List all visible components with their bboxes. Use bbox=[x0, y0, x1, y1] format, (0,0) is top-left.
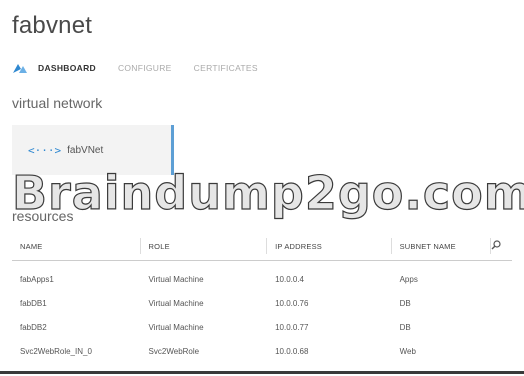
frame-bottom-border bbox=[0, 371, 524, 374]
table-row[interactable]: fabDB1 Virtual Machine 10.0.0.76 DB bbox=[12, 291, 512, 315]
tab-certificates[interactable]: CERTIFICATES bbox=[194, 63, 258, 73]
cell-name: fabApps1 bbox=[20, 274, 54, 284]
cell-role: Virtual Machine bbox=[148, 274, 204, 284]
tab-configure[interactable]: CONFIGURE bbox=[118, 63, 172, 73]
cell-ip-address: 10.0.0.76 bbox=[275, 298, 309, 308]
network-icon: <···> bbox=[28, 143, 62, 157]
cell-subnet-name: Apps bbox=[399, 274, 418, 284]
table-row[interactable]: fabApps1 Virtual Machine 10.0.0.4 Apps bbox=[12, 261, 512, 292]
cell-subnet-name: DB bbox=[399, 298, 411, 308]
cell-subnet-name: DB bbox=[399, 322, 411, 332]
search-button[interactable] bbox=[490, 232, 512, 261]
cell-ip-address: 10.0.0.4 bbox=[275, 274, 305, 284]
table-row[interactable]: fabDB2 Virtual Machine 10.0.0.77 DB bbox=[12, 315, 512, 339]
cell-role: Svc2WebRole bbox=[148, 346, 200, 356]
cell-ip-address: 10.0.0.68 bbox=[275, 346, 309, 356]
cell-subnet-name: Web bbox=[399, 346, 416, 356]
tab-dashboard[interactable]: DASHBOARD bbox=[38, 63, 96, 73]
tab-bar: DASHBOARD CONFIGURE CERTIFICATES bbox=[12, 60, 280, 76]
column-header-subnet-name[interactable]: SUBNET NAME bbox=[391, 232, 491, 261]
cell-name: fabDB1 bbox=[20, 298, 47, 308]
resources-heading: resources bbox=[12, 208, 74, 224]
resources-table: NAME ROLE IP ADDRESS SUBNET NAME fabApps… bbox=[12, 232, 512, 363]
dashboard-icon bbox=[13, 64, 27, 73]
table-header-row: NAME ROLE IP ADDRESS SUBNET NAME bbox=[12, 232, 512, 261]
virtual-network-name: fabVNet bbox=[67, 144, 104, 156]
column-header-ip-address[interactable]: IP ADDRESS bbox=[267, 232, 392, 261]
cell-name: fabDB2 bbox=[20, 322, 47, 332]
column-header-name[interactable]: NAME bbox=[12, 232, 141, 261]
search-icon bbox=[491, 240, 501, 250]
cell-ip-address: 10.0.0.77 bbox=[275, 322, 309, 332]
page-title: fabvnet bbox=[12, 12, 93, 39]
virtual-network-heading: virtual network bbox=[12, 95, 103, 111]
table-row[interactable]: Svc2WebRole_IN_0 Svc2WebRole 10.0.0.68 W… bbox=[12, 339, 512, 363]
cell-role: Virtual Machine bbox=[148, 322, 204, 332]
column-header-role[interactable]: ROLE bbox=[140, 232, 268, 261]
cell-role: Virtual Machine bbox=[148, 298, 204, 308]
watermark: Braindump2go.com bbox=[11, 165, 524, 220]
cell-name: Svc2WebRole_IN_0 bbox=[20, 346, 92, 356]
